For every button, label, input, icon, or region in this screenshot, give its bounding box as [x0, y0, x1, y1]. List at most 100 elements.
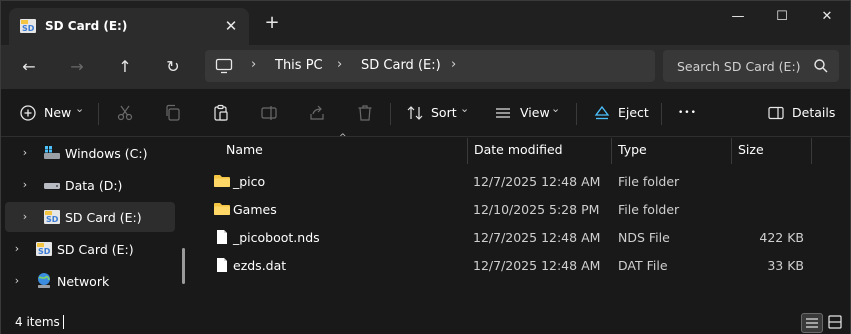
- nav-scrollbar[interactable]: [182, 248, 185, 284]
- tree-item-label: Data (D:): [65, 178, 123, 193]
- tree-item-network[interactable]: › Network: [0, 266, 167, 296]
- details-view-button[interactable]: [801, 313, 823, 333]
- forward-button[interactable]: →: [63, 53, 91, 81]
- network-icon: [38, 273, 50, 288]
- chevron-right-icon[interactable]: ›: [11, 242, 23, 256]
- divider: [390, 103, 391, 125]
- search-input[interactable]: Search SD Card (E:): [677, 59, 801, 74]
- file-name: Games: [233, 202, 277, 217]
- column-header-type[interactable]: Type: [618, 138, 647, 164]
- new-tab-button[interactable]: +: [261, 13, 283, 35]
- tree-item-label: Network: [57, 274, 110, 289]
- file-icon: [217, 230, 227, 244]
- minimize-button[interactable]: —: [715, 3, 761, 31]
- chevron-down-icon: ⌄: [460, 102, 470, 115]
- file-size: 33 KB: [767, 258, 804, 273]
- tree-item-sd-card-e-root[interactable]: › SD SD Card (E:): [0, 234, 167, 264]
- tree-item-windows-c[interactable]: › Windows (C:): [5, 138, 175, 168]
- file-name: _pico: [233, 174, 266, 189]
- sort-icon: [407, 106, 423, 120]
- status-bar: 4 items: [1, 311, 850, 334]
- file-date: 12/7/2025 12:48 AM: [473, 258, 601, 273]
- cut-icon[interactable]: [116, 104, 134, 122]
- file-type: File folder: [618, 202, 680, 217]
- file-type: File folder: [618, 174, 680, 189]
- divider: [98, 103, 99, 125]
- table-row[interactable]: _pico 12/7/2025 12:48 AM File folder: [207, 167, 837, 195]
- folder-icon: [214, 203, 230, 215]
- address-row: ← → ↑ ↻ › This PC › SD Card (E:) › Searc…: [1, 45, 850, 89]
- breadcrumb-chevron-icon[interactable]: ›: [251, 57, 256, 72]
- monitor-icon: [215, 58, 233, 74]
- address-bar[interactable]: › This PC › SD Card (E:) ›: [205, 50, 655, 82]
- column-header-size[interactable]: Size: [738, 138, 764, 164]
- file-size: 422 KB: [759, 230, 804, 245]
- table-row[interactable]: Games 12/10/2025 5:28 PM File folder: [207, 195, 837, 223]
- tiles-view-button[interactable]: [825, 313, 847, 333]
- file-type: NDS File: [618, 230, 670, 245]
- breadcrumb-chevron-icon[interactable]: ›: [337, 57, 342, 72]
- chevron-right-icon[interactable]: ›: [19, 210, 31, 224]
- file-type: DAT File: [618, 258, 668, 273]
- column-divider[interactable]: [611, 138, 612, 164]
- divider: [576, 103, 577, 125]
- search-box[interactable]: Search SD Card (E:): [663, 50, 839, 82]
- column-header-name[interactable]: Name: [226, 138, 263, 164]
- tab-close-icon[interactable]: ✕: [221, 16, 241, 36]
- details-button[interactable]: Details: [792, 99, 835, 127]
- file-date: 12/7/2025 12:48 AM: [473, 230, 601, 245]
- up-button[interactable]: ↑: [111, 53, 139, 81]
- item-count: 4 items: [15, 315, 60, 329]
- chevron-down-icon: ⌄: [551, 102, 561, 115]
- column-divider[interactable]: [467, 138, 468, 164]
- eject-button[interactable]: Eject: [618, 99, 649, 127]
- rename-icon[interactable]: [260, 104, 278, 122]
- windows-drive-icon: [44, 146, 60, 159]
- command-bar: New ⌄ Sort ⌄ View ⌄ Eject ••• Details: [1, 89, 850, 137]
- breadcrumb-sd-card[interactable]: SD Card (E:): [361, 58, 441, 73]
- tree-item-data-d[interactable]: › Data (D:): [5, 170, 175, 200]
- sd-card-icon: SD: [36, 242, 52, 256]
- paste-icon[interactable]: [212, 104, 230, 122]
- file-explorer-window: SD SD Card (E:) ✕ + — ☐ ✕ ← → ↑ ↻ › This…: [0, 0, 851, 334]
- tab-sd-card[interactable]: SD SD Card (E:) ✕: [9, 8, 249, 45]
- more-options-button[interactable]: •••: [678, 99, 697, 127]
- details-pane-icon: [768, 106, 784, 120]
- view-lines-icon: [496, 108, 510, 118]
- svg-text:SD: SD: [22, 24, 35, 33]
- status-divider: [63, 315, 64, 329]
- sort-button[interactable]: Sort: [431, 99, 457, 127]
- new-button[interactable]: New: [44, 99, 71, 127]
- file-name: ezds.dat: [233, 258, 287, 273]
- chevron-right-icon[interactable]: ›: [19, 146, 31, 160]
- tree-item-sd-card-e[interactable]: › SD SD Card (E:): [5, 202, 175, 232]
- breadcrumb-this-pc[interactable]: This PC: [275, 58, 323, 73]
- breadcrumb-chevron-icon[interactable]: ›: [451, 57, 456, 72]
- view-button[interactable]: View: [520, 99, 550, 127]
- tiles-view-icon: [828, 315, 842, 329]
- back-button[interactable]: ←: [15, 53, 43, 81]
- column-divider[interactable]: [811, 138, 812, 164]
- drive-icon: [44, 183, 60, 189]
- column-header-date[interactable]: Date modified: [474, 138, 563, 164]
- chevron-down-icon: ⌄: [75, 102, 85, 115]
- title-bar: SD SD Card (E:) ✕ + — ☐ ✕: [1, 1, 850, 45]
- file-date: 12/10/2025 5:28 PM: [473, 202, 600, 217]
- copy-icon[interactable]: [164, 104, 182, 122]
- file-name: _picoboot.nds: [233, 230, 320, 245]
- close-button[interactable]: ✕: [804, 3, 850, 31]
- chevron-right-icon[interactable]: ›: [11, 274, 23, 288]
- refresh-button[interactable]: ↻: [159, 53, 187, 81]
- trash-icon[interactable]: [356, 104, 374, 122]
- column-divider[interactable]: [731, 138, 732, 164]
- navigation-pane: › Windows (C:) › Data (D:) › SD SD Card …: [1, 138, 191, 311]
- chevron-right-icon[interactable]: ›: [19, 178, 31, 192]
- share-icon[interactable]: [308, 104, 326, 122]
- table-row[interactable]: _picoboot.nds 12/7/2025 12:48 AM NDS Fil…: [207, 223, 837, 251]
- file-icon: [217, 258, 227, 272]
- maximize-button[interactable]: ☐: [759, 3, 805, 31]
- search-icon: [814, 59, 828, 73]
- folder-icon: [214, 175, 230, 187]
- table-row[interactable]: ezds.dat 12/7/2025 12:48 AM DAT File 33 …: [207, 251, 837, 279]
- tree-item-label: SD Card (E:): [57, 242, 134, 257]
